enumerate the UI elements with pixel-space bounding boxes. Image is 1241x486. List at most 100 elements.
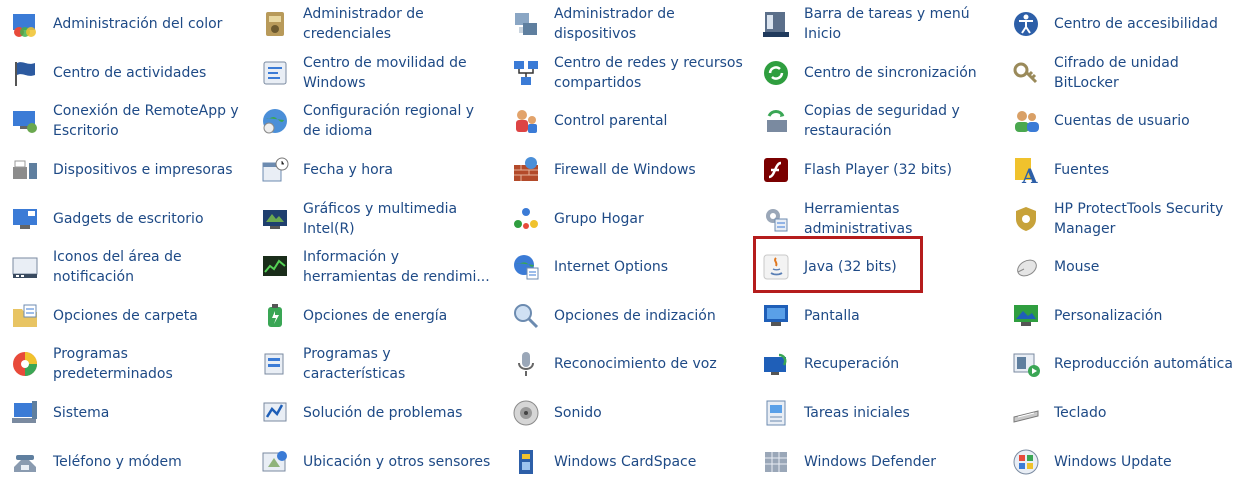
control-panel-item-device-manager[interactable]: Administrador de dispositivos xyxy=(501,0,751,49)
control-panel-item-label: Copias de seguridad y restauración xyxy=(804,103,960,140)
control-panel-item-sync-center[interactable]: Centro de sincronización xyxy=(751,49,1001,98)
microphone-icon xyxy=(510,348,542,380)
keyboard-icon xyxy=(1010,397,1042,429)
user-accounts-icon xyxy=(1010,105,1042,137)
performance-info-icon xyxy=(259,251,291,283)
display-icon xyxy=(760,300,792,332)
control-panel-item-performance-info[interactable]: Información y herramientas de rendimi... xyxy=(250,243,501,292)
control-panel-item-label: Windows CardSpace xyxy=(554,453,697,470)
control-panel-item-label: Mouse xyxy=(1054,259,1100,276)
control-panel-item-display[interactable]: Pantalla xyxy=(751,292,1001,341)
control-panel-item-folder-options[interactable]: Opciones de carpeta xyxy=(0,292,250,341)
accessibility-icon xyxy=(1010,8,1042,40)
control-panel-item-intel-graphics[interactable]: Gráficos y multimedia Intel(R) xyxy=(250,194,501,243)
control-panel-item-label: Fuentes xyxy=(1054,162,1110,179)
control-panel-item-label: Ubicación y otros sensores xyxy=(303,453,491,470)
control-panel-item-date-time[interactable]: Fecha y hora xyxy=(250,146,501,195)
control-panel-item-windows-defender[interactable]: Windows Defender xyxy=(751,437,1001,486)
control-panel-item-notification-area[interactable]: Iconos del área de notificación xyxy=(0,243,250,292)
action-center-flag-icon xyxy=(9,57,41,89)
intel-graphics-icon xyxy=(259,203,291,235)
control-panel-item-region-language[interactable]: Configuración regional y de idioma xyxy=(250,97,501,146)
default-programs-icon xyxy=(9,348,41,380)
control-panel-item-recovery[interactable]: Recuperación xyxy=(751,340,1001,389)
control-panel-item-desktop-gadgets[interactable]: Gadgets de escritorio xyxy=(0,194,250,243)
control-panel-item-label: Herramientas administrativas xyxy=(804,200,913,237)
control-panel-item-label: Centro de redes y recursos compartidos xyxy=(554,54,743,91)
control-panel-item-bitlocker-key[interactable]: Cifrado de unidad BitLocker xyxy=(1001,49,1241,98)
control-panel-item-windows-update[interactable]: Windows Update xyxy=(1001,437,1241,486)
control-panel-item-mouse[interactable]: Mouse xyxy=(1001,243,1241,292)
control-panel-item-phone-modem[interactable]: Teléfono y módem xyxy=(0,437,250,486)
control-panel-item-firewall[interactable]: Firewall de Windows xyxy=(501,146,751,195)
control-panel-item-indexing-options[interactable]: Opciones de indización xyxy=(501,292,751,341)
getting-started-icon xyxy=(760,397,792,429)
control-panel-item-programs-features[interactable]: Programas y características xyxy=(250,340,501,389)
programs-features-icon xyxy=(259,348,291,380)
control-panel-item-homegroup[interactable]: Grupo Hogar xyxy=(501,194,751,243)
control-panel-item-parental-control[interactable]: Control parental xyxy=(501,97,751,146)
fonts-icon: A xyxy=(1010,154,1042,186)
mouse-icon xyxy=(1010,251,1042,283)
control-panel-item-label: Gadgets de escritorio xyxy=(53,210,204,227)
color-management-icon xyxy=(9,8,41,40)
control-panel-item-admin-tools[interactable]: Herramientas administrativas xyxy=(751,194,1001,243)
control-panel-item-label: Cuentas de usuario xyxy=(1054,113,1190,130)
control-panel-item-keyboard[interactable]: Teclado xyxy=(1001,389,1241,438)
phone-modem-icon xyxy=(9,446,41,478)
credential-manager-icon xyxy=(259,8,291,40)
control-panel-item-label: Solución de problemas xyxy=(303,405,463,422)
control-panel-item-color-management[interactable]: Administración del color xyxy=(0,0,250,49)
control-panel-item-label: Centro de accesibilidad xyxy=(1054,16,1218,33)
control-panel-item-java[interactable]: Java (32 bits) xyxy=(751,243,1001,292)
control-panel-item-devices-printers[interactable]: Dispositivos e impresoras xyxy=(0,146,250,195)
svg-text:A: A xyxy=(1021,164,1038,185)
control-panel-item-label: Windows Defender xyxy=(804,453,937,470)
notification-area-icon xyxy=(9,251,41,283)
control-panel-item-fonts[interactable]: A Fuentes xyxy=(1001,146,1241,195)
control-panel-item-label: Control parental xyxy=(554,113,668,130)
control-panel-item-personalization[interactable]: Personalización xyxy=(1001,292,1241,341)
admin-tools-icon xyxy=(760,203,792,235)
control-panel-item-taskbar[interactable]: Barra de tareas y menú Inicio xyxy=(751,0,1001,49)
control-panel-item-location-sensors[interactable]: Ubicación y otros sensores xyxy=(250,437,501,486)
autoplay-icon xyxy=(1010,348,1042,380)
indexing-options-icon xyxy=(510,300,542,332)
troubleshooting-icon xyxy=(259,397,291,429)
sync-center-icon xyxy=(760,57,792,89)
firewall-icon xyxy=(510,154,542,186)
control-panel-item-label: Gráficos y multimedia Intel(R) xyxy=(303,200,458,237)
control-panel-item-sound[interactable]: Sonido xyxy=(501,389,751,438)
device-manager-icon xyxy=(510,8,542,40)
control-panel-item-label: Pantalla xyxy=(804,307,860,324)
control-panel-item-label: Java (32 bits) xyxy=(804,259,897,276)
control-panel-item-accessibility[interactable]: Centro de accesibilidad xyxy=(1001,0,1241,49)
control-panel-item-label: Reproducción automática xyxy=(1054,356,1233,373)
control-panel-item-flash-player[interactable]: Flash Player (32 bits) xyxy=(751,146,1001,195)
control-panel-items-grid: Administración del color Administrador de… xyxy=(0,0,1241,475)
control-panel-item-mobility-center[interactable]: Centro de movilidad de Windows xyxy=(250,49,501,98)
control-panel-item-label: Personalización xyxy=(1054,307,1163,324)
control-panel-item-hp-security[interactable]: HP ProtectTools Security Manager xyxy=(1001,194,1241,243)
control-panel-item-autoplay[interactable]: Reproducción automática xyxy=(1001,340,1241,389)
control-panel-item-credential-manager[interactable]: Administrador de credenciales xyxy=(250,0,501,49)
control-panel-item-default-programs[interactable]: Programas predeterminados xyxy=(0,340,250,389)
control-panel-item-backup-restore[interactable]: Copias de seguridad y restauración xyxy=(751,97,1001,146)
control-panel-item-label: Teléfono y módem xyxy=(53,453,182,470)
control-panel-item-cardspace[interactable]: Windows CardSpace xyxy=(501,437,751,486)
control-panel-item-system[interactable]: Sistema xyxy=(0,389,250,438)
cardspace-icon xyxy=(510,446,542,478)
control-panel-item-network-center[interactable]: Centro de redes y recursos compartidos xyxy=(501,49,751,98)
control-panel-item-action-center-flag[interactable]: Centro de actividades xyxy=(0,49,250,98)
control-panel-item-user-accounts[interactable]: Cuentas de usuario xyxy=(1001,97,1241,146)
control-panel-item-microphone[interactable]: Reconocimiento de voz xyxy=(501,340,751,389)
control-panel-item-power-options[interactable]: Opciones de energía xyxy=(250,292,501,341)
control-panel-item-label: Internet Options xyxy=(554,259,669,276)
control-panel-item-getting-started[interactable]: Tareas iniciales xyxy=(751,389,1001,438)
taskbar-icon xyxy=(760,8,792,40)
control-panel-item-troubleshooting[interactable]: Solución de problemas xyxy=(250,389,501,438)
power-options-icon xyxy=(259,300,291,332)
control-panel-item-internet-options[interactable]: Internet Options xyxy=(501,243,751,292)
control-panel-item-remoteapp[interactable]: Conexión de RemoteApp y Escritorio xyxy=(0,97,250,146)
parental-control-icon xyxy=(510,105,542,137)
